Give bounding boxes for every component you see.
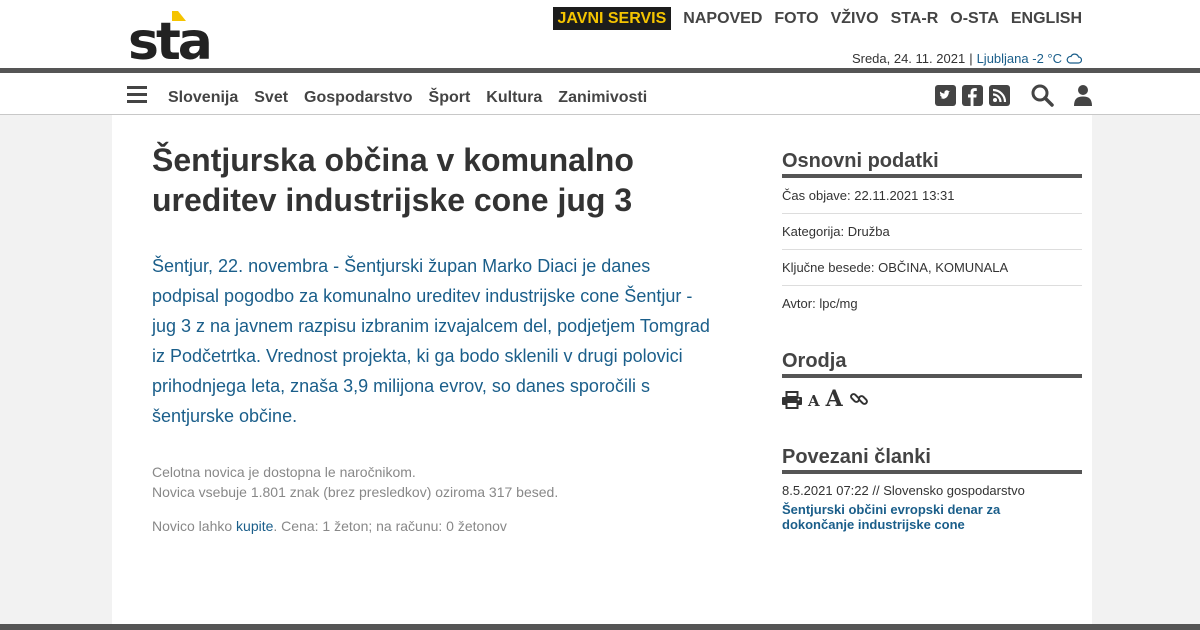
article-lead: Šentjur, 22. novembra - Šentjurski župan… [152, 256, 710, 426]
link-icon[interactable] [849, 389, 869, 409]
site-header: sta JAVNI SERVIS NAPOVED FOTO VŽIVO STA-… [0, 0, 1200, 68]
info-row-published: Čas objave: 22.11.2021 13:31 [782, 178, 1082, 214]
current-date: Sreda, 24. 11. 2021 [851, 51, 966, 66]
section-links: Slovenija Svet Gospodarstvo Šport Kultur… [168, 89, 663, 107]
font-decrease-button[interactable]: A [808, 394, 820, 409]
buy-note: Novico lahko kupite. Cena: 1 žeton; na r… [152, 518, 717, 534]
length-note: Novica vsebuje 1.801 znak (brez presledk… [152, 484, 559, 500]
nav-slovenija[interactable]: Slovenija [168, 89, 238, 107]
hamburger-menu-icon[interactable] [127, 86, 147, 103]
nav-zanimivosti[interactable]: Zanimivosti [558, 89, 647, 107]
related-item-meta: 8.5.2021 07:22 // Slovensko gospodarstvo [782, 483, 1025, 498]
nav-sport[interactable]: Šport [429, 89, 471, 107]
tools-title: Orodja [782, 350, 1082, 378]
related-title: Povezani članki [782, 446, 1082, 474]
date-separator: | [969, 51, 973, 66]
print-icon[interactable] [782, 391, 802, 409]
top-nav-sta-r[interactable]: STA-R [891, 7, 939, 30]
main-nav: Slovenija Svet Gospodarstvo Šport Kultur… [0, 73, 1200, 115]
top-nav-foto[interactable]: FOTO [774, 7, 818, 30]
basic-info-list: Čas objave: 22.11.2021 13:31 Kategorija:… [782, 178, 1082, 322]
buy-suffix: . Cena: 1 žeton; na računu: 0 žetonov [273, 518, 507, 534]
cloud-icon [1066, 53, 1082, 64]
nav-icons [929, 83, 1092, 107]
related-item-link[interactable]: Šentjurski občini evropski denar za doko… [782, 502, 1042, 532]
nav-gospodarstvo[interactable]: Gospodarstvo [304, 89, 412, 107]
user-icon[interactable] [1074, 84, 1092, 106]
top-nav-english[interactable]: ENGLISH [1011, 7, 1082, 30]
top-nav-vzivo[interactable]: VŽIVO [831, 7, 879, 30]
nav-svet[interactable]: Svet [254, 89, 288, 107]
footer-bar [0, 624, 1200, 630]
info-row-author: Avtor: lpc/mg [782, 296, 858, 311]
article-meta: Celotna novica je dostopna le naročnikom… [152, 462, 717, 502]
rss-icon[interactable] [989, 84, 1010, 106]
twitter-icon[interactable] [935, 84, 956, 106]
info-row-keywords: Ključne besede: OBČINA, KOMUNALA [782, 250, 1082, 286]
logo-text: sta [128, 12, 210, 63]
top-nav: JAVNI SERVIS NAPOVED FOTO VŽIVO STA-R O-… [552, 7, 1082, 30]
buy-link[interactable]: kupite [236, 518, 273, 534]
facebook-icon[interactable] [962, 84, 983, 106]
top-nav-o-sta[interactable]: O-STA [950, 7, 999, 30]
font-increase-button[interactable]: A [826, 388, 843, 410]
dateline: Sreda, 24. 11. 2021 | Ljubljana -2 °C [852, 51, 1082, 66]
tools-row: A A [782, 387, 1082, 410]
related-list: 8.5.2021 07:22 // Slovensko gospodarstvo… [782, 483, 1082, 532]
search-icon[interactable] [1030, 83, 1054, 107]
sta-logo[interactable]: sta [128, 9, 218, 63]
sidebar: Osnovni podatki Čas objave: 22.11.2021 1… [782, 150, 1082, 532]
info-row-category: Kategorija: Družba [782, 214, 1082, 250]
weather-text[interactable]: Ljubljana -2 °C [977, 51, 1062, 66]
buy-prefix: Novico lahko [152, 518, 237, 534]
article-headline: Šentjurska občina v komunalno ureditev i… [152, 142, 634, 218]
basic-info-title: Osnovni podatki [782, 150, 1082, 178]
content-area: Šentjurska občina v komunalno ureditev i… [112, 115, 1092, 630]
top-nav-napoved[interactable]: NAPOVED [683, 7, 762, 30]
top-nav-javni-servis[interactable]: JAVNI SERVIS [552, 7, 672, 30]
nav-kultura[interactable]: Kultura [486, 89, 542, 107]
article: Šentjurska občina v komunalno ureditev i… [152, 140, 717, 534]
subscribers-note: Celotna novica je dostopna le naročnikom… [152, 464, 416, 480]
